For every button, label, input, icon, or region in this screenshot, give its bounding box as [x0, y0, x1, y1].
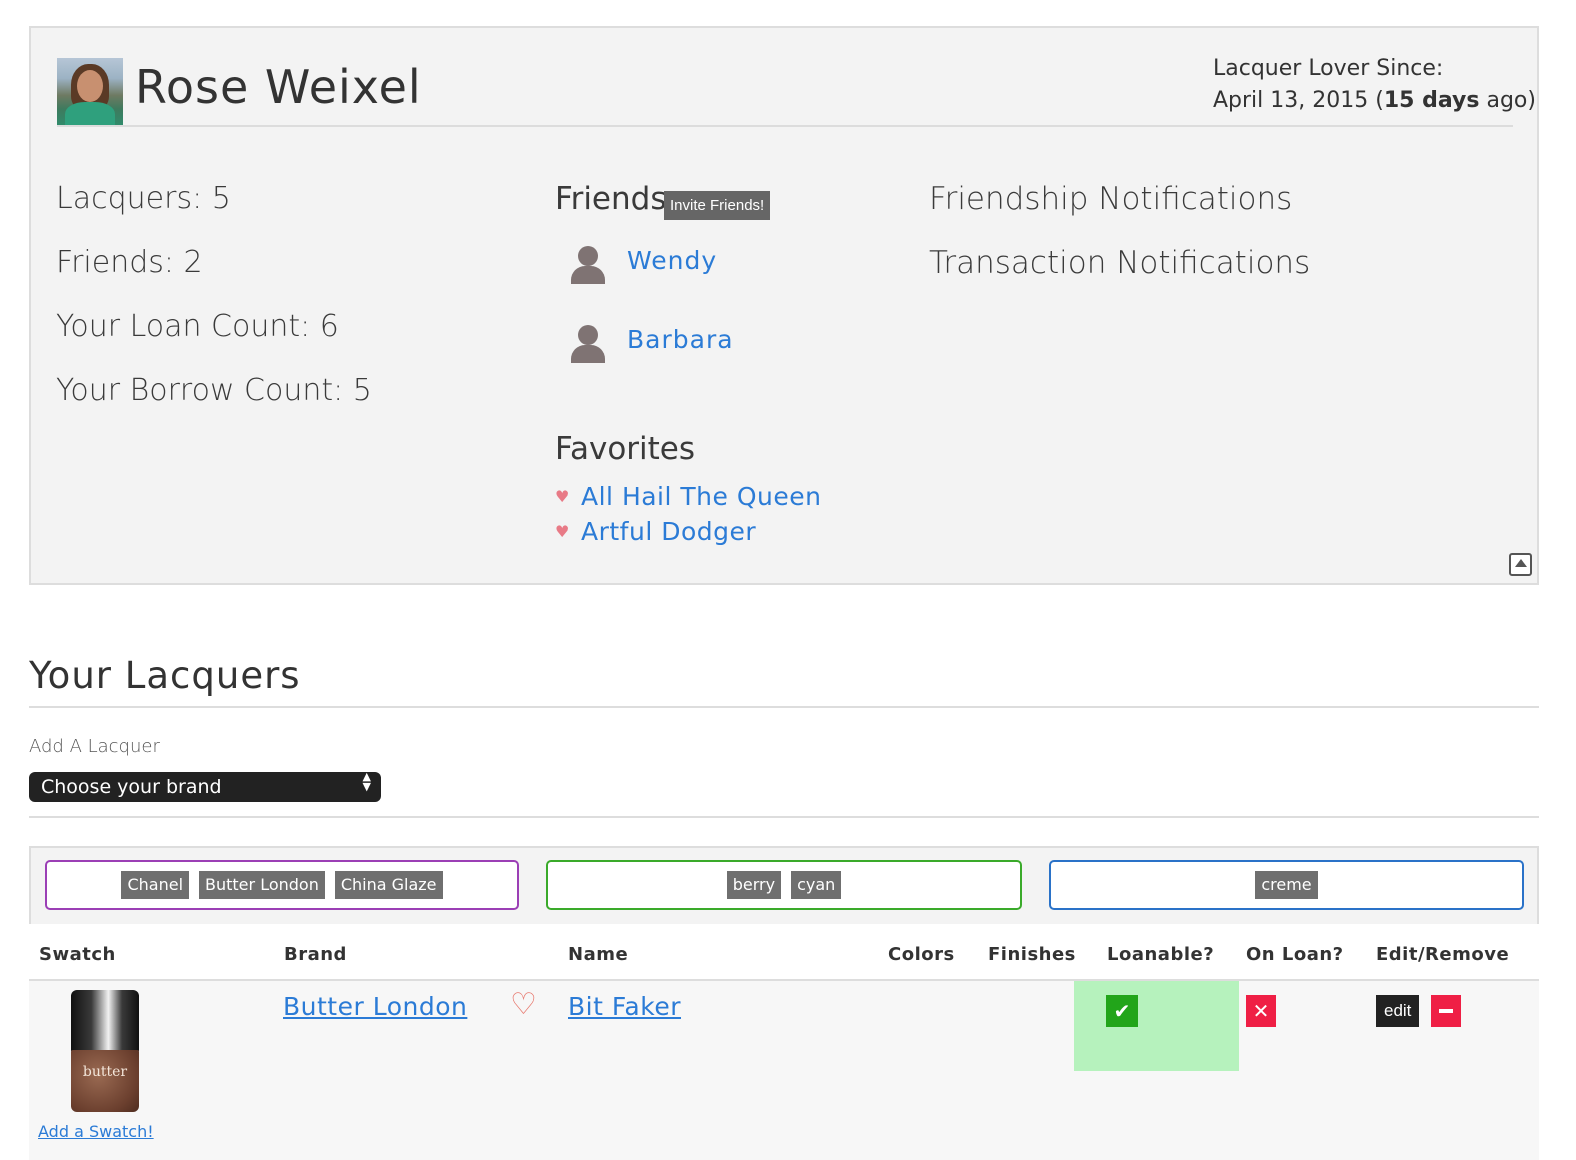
heart-icon: ♥ — [555, 522, 570, 541]
heart-icon[interactable]: ♡ — [510, 990, 537, 1020]
check-icon[interactable]: ✔ — [1106, 995, 1138, 1027]
favorite-item[interactable]: ♥ Artful Dodger — [555, 517, 756, 546]
table-row: butter Add a Swatch! Butter London ♡ Bit… — [29, 981, 1539, 1160]
heart-icon: ♥ — [555, 487, 570, 506]
column-brand[interactable]: Brand — [284, 944, 347, 965]
column-name[interactable]: Name — [568, 944, 628, 965]
favorite-link[interactable]: All Hail The Queen — [581, 482, 821, 511]
table-header: Swatch Brand Name Colors Finishes Loanab… — [29, 924, 1539, 981]
finish-filter[interactable]: creme — [1049, 860, 1524, 910]
lacquer-name-link[interactable]: Bit Faker — [568, 992, 681, 1021]
column-swatch[interactable]: Swatch — [39, 944, 116, 965]
brand-select[interactable]: Choose your brand ▲ ▼ — [29, 770, 381, 802]
brand-filter[interactable]: Chanel Butter London China Glaze — [45, 860, 519, 910]
favorite-item[interactable]: ♥ All Hail The Queen — [555, 482, 821, 511]
since-days: 15 days — [1383, 88, 1480, 113]
add-swatch-link[interactable]: Add a Swatch! — [38, 1122, 154, 1141]
transaction-notifications[interactable]: Transaction Notifications — [929, 245, 1310, 281]
invite-friends-button[interactable]: Invite Friends! — [664, 191, 771, 220]
loanable-cell — [1074, 981, 1239, 1071]
column-loanable[interactable]: Loanable? — [1107, 944, 1214, 965]
close-icon[interactable]: ✕ — [1246, 995, 1276, 1027]
filter-tag[interactable]: China Glaze — [334, 871, 443, 899]
filter-tag[interactable]: cyan — [791, 871, 842, 899]
brand-link[interactable]: Butter London — [283, 992, 467, 1021]
friends-heading: Friends — [555, 181, 667, 217]
color-filter[interactable]: berry cyan — [546, 860, 1022, 910]
since-date-text: April 13, 2015 ( — [1213, 88, 1384, 113]
filter-tag[interactable]: Chanel — [121, 871, 190, 899]
stat-borrow-count: Your Borrow Count: 5 — [56, 373, 372, 408]
stat-lacquers: Lacquers: 5 — [56, 181, 231, 216]
swatch-image: butter — [71, 990, 139, 1112]
person-icon — [567, 244, 607, 288]
person-icon — [567, 323, 607, 367]
section-title: Your Lacquers — [29, 654, 301, 697]
column-finishes[interactable]: Finishes — [988, 944, 1076, 965]
filter-tag[interactable]: creme — [1255, 871, 1318, 899]
friend-link[interactable]: Wendy — [627, 246, 717, 275]
edit-button[interactable]: edit — [1376, 995, 1420, 1027]
friend-link[interactable]: Barbara — [627, 325, 734, 354]
select-arrows-icon: ▲ ▼ — [362, 770, 371, 793]
profile-panel: Rose Weixel Lacquer Lover Since: April 1… — [29, 26, 1539, 585]
avatar — [57, 58, 123, 126]
add-lacquer-label: Add A Lacquer — [29, 736, 160, 757]
brand-select-value: Choose your brand — [41, 776, 222, 798]
collapse-up-icon[interactable] — [1509, 553, 1532, 576]
user-name: Rose Weixel — [135, 60, 422, 114]
member-since-date: April 13, 2015 (15 days ago) — [1213, 88, 1536, 113]
favorites-heading: Favorites — [555, 431, 696, 467]
divider — [29, 816, 1539, 818]
remove-button[interactable] — [1431, 995, 1461, 1027]
friendship-notifications[interactable]: Friendship Notifications — [929, 181, 1292, 217]
divider — [29, 706, 1539, 708]
swatch-bottle-label: butter — [82, 1064, 128, 1080]
column-colors[interactable]: Colors — [888, 944, 955, 965]
filter-tag[interactable]: berry — [726, 871, 782, 899]
favorite-link[interactable]: Artful Dodger — [581, 517, 756, 546]
column-edit-remove: Edit/Remove — [1376, 944, 1510, 965]
member-since-label: Lacquer Lover Since: — [1213, 56, 1444, 81]
stat-loan-count: Your Loan Count: 6 — [56, 309, 339, 344]
column-on-loan[interactable]: On Loan? — [1246, 944, 1344, 965]
since-suffix: ago) — [1479, 88, 1536, 113]
stat-friends: Friends: 2 — [56, 245, 203, 280]
divider — [57, 125, 1513, 127]
filter-bar: Chanel Butter London China Glaze berry c… — [29, 846, 1539, 926]
filter-tag[interactable]: Butter London — [199, 871, 325, 899]
